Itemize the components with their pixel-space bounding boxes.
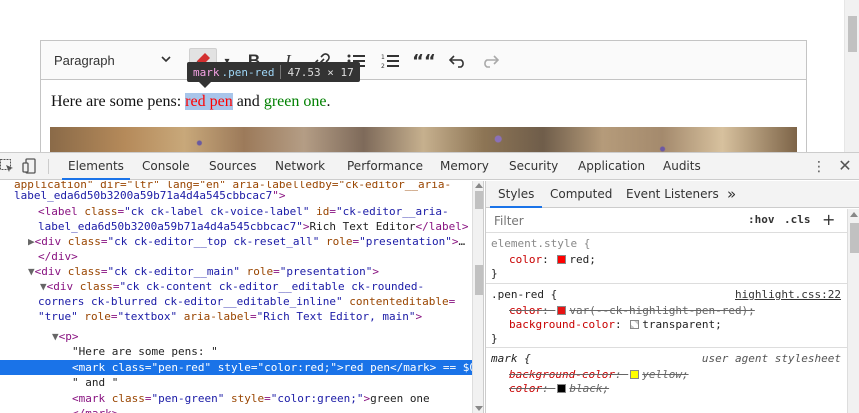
dom-node-line[interactable]: " and "	[72, 375, 118, 390]
undo-button[interactable]	[445, 48, 471, 74]
style-rule-pen-red[interactable]: .pen-red { highlight.css:22 color: var(-…	[486, 285, 847, 348]
elements-scroll-thumb[interactable]	[475, 191, 483, 209]
rule-source-ua: user agent stylesheet	[701, 352, 841, 365]
dom-node-line[interactable]: ▼<div class="ck ck-editor__main" role="p…	[28, 264, 379, 279]
inspect-tooltip: mark .pen-red 47.53 × 17	[187, 62, 360, 82]
class-toggle[interactable]: .cls	[784, 213, 811, 226]
tooltip-arrow	[199, 82, 211, 88]
tab-styles[interactable]: Styles	[490, 181, 543, 208]
close-icon[interactable]: ✕	[837, 158, 853, 174]
tab-application[interactable]: Application	[578, 153, 645, 180]
dom-node-line[interactable]: </div>	[38, 249, 78, 264]
tab-network[interactable]: Network	[275, 153, 325, 180]
declaration[interactable]: background-color: transparent;	[509, 318, 722, 331]
tooltip-dimensions: 47.53 × 17	[287, 65, 354, 79]
rule-close: }	[491, 267, 498, 280]
tab-elements[interactable]: Elements	[62, 153, 130, 180]
declaration-overridden[interactable]: color: var(--ck-highlight-pen-red);	[509, 304, 755, 317]
svg-text:2: 2	[381, 63, 385, 69]
more-tabs-icon[interactable]: »	[727, 181, 736, 208]
numbered-list-icon: 12	[381, 54, 399, 69]
redo-icon	[484, 55, 499, 68]
color-swatch[interactable]	[630, 320, 640, 329]
dom-node-line[interactable]: "Here are some pens: "	[72, 344, 218, 359]
numbered-list-button[interactable]: 12	[377, 48, 403, 74]
page-scrollbar[interactable]	[844, 0, 859, 152]
editor-content[interactable]: Here are some pens: red pen and green on…	[51, 93, 330, 111]
styles-tabbar: Styles Computed Event Listeners »	[486, 181, 859, 208]
dom-node-line[interactable]: <label class="ck ck-label ck-voice-label…	[38, 204, 449, 219]
dom-node-line[interactable]: <mark class="pen-green" style="color:gre…	[72, 391, 430, 406]
dom-node-line[interactable]: corners ck-blurred ck-editor__editable_i…	[38, 294, 455, 309]
tab-security[interactable]: Security	[509, 153, 558, 180]
dom-node-line[interactable]: ▼<div class="ck ck-content ck-editor__ed…	[40, 279, 424, 294]
rule-selector: element.style {	[491, 237, 591, 250]
styles-sidebar: Styles Computed Event Listeners » :hov .…	[485, 181, 859, 413]
device-toolbar-icon[interactable]	[22, 158, 38, 174]
styles-scroll-thumb[interactable]	[850, 223, 859, 253]
undo-icon	[449, 55, 464, 68]
style-rule-element[interactable]: element.style { color: red; }	[486, 234, 847, 284]
elements-scrollbar[interactable]	[472, 181, 484, 413]
heading-dropdown[interactable]: Paragraph	[41, 41, 181, 79]
web-page: Paragraph ▾ B I 12 ““ Here are some pens…	[0, 0, 859, 152]
tooltip-class: .pen-red	[221, 65, 275, 79]
rule-selector: mark {	[491, 352, 531, 365]
tooltip-tag: mark	[193, 65, 220, 79]
more-options-icon[interactable]: ⋮	[812, 159, 826, 175]
content-suffix: .	[326, 93, 331, 110]
style-rule-mark-ua[interactable]: mark { user agent stylesheet background-…	[486, 349, 847, 413]
svg-text:1: 1	[381, 54, 385, 61]
editor-toolbar: Paragraph ▾ B I 12 ““	[41, 41, 806, 80]
tab-sources[interactable]: Sources	[209, 153, 256, 180]
tab-console[interactable]: Console	[142, 153, 190, 180]
tab-memory[interactable]: Memory	[440, 153, 489, 180]
tab-event-listeners[interactable]: Event Listeners	[626, 181, 719, 208]
styles-filter-input[interactable]	[494, 212, 694, 230]
hover-state-toggle[interactable]: :hov	[748, 213, 775, 226]
tab-audits[interactable]: Audits	[663, 153, 701, 180]
styles-scrollbar[interactable]	[847, 209, 859, 413]
dom-node-line[interactable]: ▶<div class="ck ck-editor__top ck-reset_…	[28, 234, 465, 249]
content-middle: and	[236, 93, 260, 110]
dom-node-line[interactable]: "true" role="textbox" aria-label="Rich T…	[38, 309, 422, 324]
declaration-overridden[interactable]: background-color: yellow;	[509, 368, 689, 381]
content-prefix: Here are some pens:	[51, 93, 182, 110]
tab-performance[interactable]: Performance	[347, 153, 423, 180]
color-swatch[interactable]	[557, 255, 567, 264]
tab-computed[interactable]: Computed	[550, 181, 612, 208]
dom-node-line[interactable]: label_eda6d50b3200a59b71a4d4a545cbbcac7"…	[14, 188, 286, 203]
scroll-up-arrow[interactable]	[475, 183, 483, 188]
content-image	[50, 127, 797, 152]
red-pen-mark[interactable]: red pen	[185, 93, 233, 110]
devtools-panel: Elements Console Sources Network Perform…	[0, 152, 859, 413]
browser-window: Paragraph ▾ B I 12 ““ Here are some pens…	[0, 0, 859, 413]
declaration-overridden[interactable]: color: black;	[509, 382, 609, 395]
rich-text-editor[interactable]: Paragraph ▾ B I 12 ““ Here are some pens…	[40, 40, 807, 152]
heading-dropdown-label: Paragraph	[54, 52, 115, 68]
devtools-tabbar: Elements Console Sources Network Perform…	[0, 153, 859, 180]
declaration[interactable]: color: red;	[509, 253, 596, 266]
rule-selector: .pen-red {	[491, 288, 558, 301]
rule-source-link[interactable]: highlight.css:22	[735, 288, 841, 301]
elements-scroll-thumb-2[interactable]	[475, 265, 483, 295]
chevron-down-icon	[161, 56, 171, 63]
green-pen-mark[interactable]: green one	[264, 93, 327, 110]
dom-node-line[interactable]: </mark>	[72, 406, 118, 413]
redo-button[interactable]	[477, 48, 503, 74]
block-quote-button[interactable]: ““	[411, 48, 437, 74]
styles-filter-bar: :hov .cls +	[486, 209, 847, 233]
rule-close: }	[491, 332, 498, 345]
new-style-rule-button[interactable]: +	[822, 210, 835, 229]
dom-node-line[interactable]: ▼<p>	[52, 329, 79, 344]
inspect-element-icon[interactable]	[0, 159, 14, 173]
dom-node-line-selected[interactable]: <mark class="pen-red" style="color:red;"…	[0, 360, 472, 375]
dom-node-line[interactable]: label_eda6d50b3200a59b71a4d4a545cbbcac7"…	[38, 219, 468, 234]
color-swatch[interactable]	[557, 384, 567, 393]
scroll-down-arrow[interactable]	[475, 406, 483, 411]
elements-tree[interactable]: application" dir="ltr" lang="en" aria-la…	[0, 181, 472, 413]
color-swatch[interactable]	[557, 306, 567, 315]
color-swatch[interactable]	[630, 370, 640, 379]
page-scroll-thumb[interactable]	[848, 16, 857, 52]
